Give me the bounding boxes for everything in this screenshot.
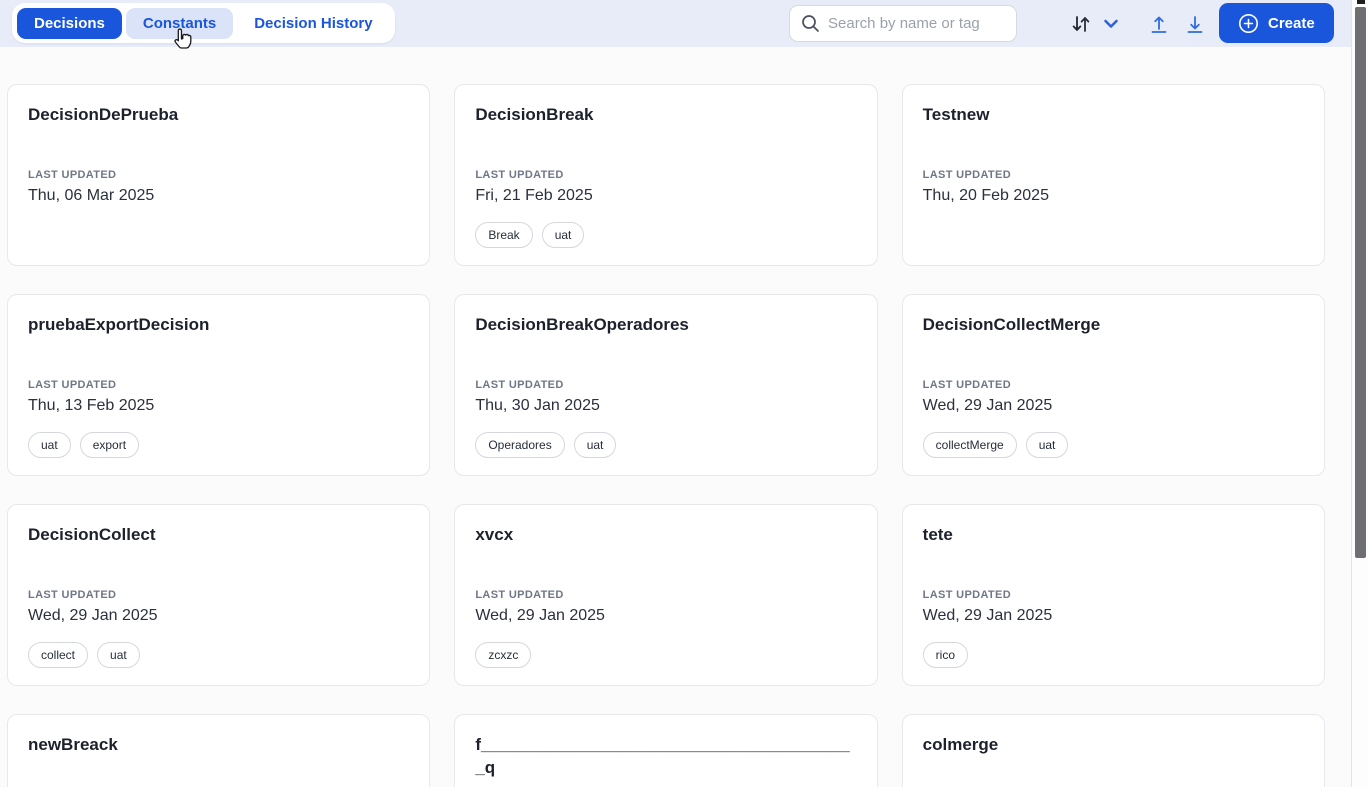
tag-pill[interactable]: zcxzc <box>475 642 531 668</box>
last-updated-date: Thu, 30 Jan 2025 <box>475 396 856 415</box>
scrollbar-up-arrow[interactable] <box>1357 0 1365 4</box>
tag-pill[interactable]: uat <box>1026 432 1069 458</box>
top-bar: Decisions Constants Decision History <box>0 0 1368 47</box>
last-updated-date: Wed, 29 Jan 2025 <box>475 606 856 625</box>
tag-pill[interactable]: collect <box>28 642 88 668</box>
sort-direction-dropdown[interactable] <box>1096 9 1126 39</box>
create-label: Create <box>1268 15 1315 32</box>
last-updated-date: Fri, 21 Feb 2025 <box>475 186 856 205</box>
card-title: tete <box>923 524 1304 547</box>
card-meta: LAST UPDATED Thu, 20 Feb 2025 <box>923 169 1304 205</box>
last-updated-date: Wed, 29 Jan 2025 <box>923 606 1304 625</box>
tab-decisions[interactable]: Decisions <box>17 8 122 39</box>
card-meta: LAST UPDATED Wed, 29 Jan 2025 <box>28 589 409 625</box>
decision-card[interactable]: Testnew LAST UPDATED Thu, 20 Feb 2025 <box>902 84 1325 266</box>
tag-pill[interactable]: rico <box>923 642 968 668</box>
decision-card[interactable]: newBreack <box>7 714 430 787</box>
decision-card[interactable]: tete LAST UPDATED Wed, 29 Jan 2025 rico <box>902 504 1325 686</box>
card-title: DecisionBreak <box>475 104 856 127</box>
tag-list: collect uat <box>28 642 409 668</box>
card-title: newBreack <box>28 734 409 757</box>
decision-card[interactable]: pruebaExportDecision LAST UPDATED Thu, 1… <box>7 294 430 476</box>
import-button[interactable] <box>1144 9 1174 39</box>
card-title: DecisionDePrueba <box>28 104 409 127</box>
tag-pill[interactable]: export <box>80 432 139 458</box>
chevron-down-icon <box>1100 13 1122 35</box>
card-title: DecisionCollectMerge <box>923 314 1304 337</box>
card-title: colmerge <box>923 734 1304 757</box>
last-updated-label: LAST UPDATED <box>923 379 1304 392</box>
last-updated-label: LAST UPDATED <box>923 169 1304 182</box>
last-updated-label: LAST UPDATED <box>475 169 856 182</box>
last-updated-label: LAST UPDATED <box>28 379 409 392</box>
tag-list: Operadores uat <box>475 432 856 458</box>
last-updated-date: Wed, 29 Jan 2025 <box>923 396 1304 415</box>
decision-card[interactable]: colmerge <box>902 714 1325 787</box>
card-meta: LAST UPDATED Thu, 06 Mar 2025 <box>28 169 409 205</box>
decision-card[interactable]: f_______________________________________… <box>454 714 877 787</box>
sort-button[interactable] <box>1066 9 1096 39</box>
card-title: xvcx <box>475 524 856 547</box>
card-meta: LAST UPDATED Thu, 13 Feb 2025 <box>28 379 409 415</box>
tag-pill[interactable]: uat <box>574 432 617 458</box>
last-updated-label: LAST UPDATED <box>923 589 1304 602</box>
card-title: f_______________________________________… <box>475 734 856 780</box>
last-updated-label: LAST UPDATED <box>475 589 856 602</box>
last-updated-date: Wed, 29 Jan 2025 <box>28 606 409 625</box>
card-meta: LAST UPDATED Wed, 29 Jan 2025 <box>475 589 856 625</box>
tab-constants[interactable]: Constants <box>126 8 233 39</box>
card-meta: LAST UPDATED Fri, 21 Feb 2025 <box>475 169 856 205</box>
tag-pill[interactable]: Break <box>475 222 532 248</box>
decision-card[interactable]: xvcx LAST UPDATED Wed, 29 Jan 2025 zcxzc <box>454 504 877 686</box>
tag-list: zcxzc <box>475 642 856 668</box>
card-title: DecisionCollect <box>28 524 409 547</box>
sort-arrows-icon <box>1069 12 1093 36</box>
last-updated-label: LAST UPDATED <box>475 379 856 392</box>
search-box <box>789 5 1017 42</box>
tag-list: uat export <box>28 432 409 458</box>
last-updated-date: Thu, 06 Mar 2025 <box>28 186 409 205</box>
vertical-scrollbar[interactable] <box>1351 0 1368 787</box>
download-icon <box>1183 12 1207 36</box>
tag-pill[interactable]: Operadores <box>475 432 564 458</box>
tag-pill[interactable]: collectMerge <box>923 432 1017 458</box>
tag-list: Break uat <box>475 222 856 248</box>
card-title: Testnew <box>923 104 1304 127</box>
plus-circle-icon <box>1238 13 1259 34</box>
decision-card[interactable]: DecisionBreakOperadores LAST UPDATED Thu… <box>454 294 877 476</box>
last-updated-label: LAST UPDATED <box>28 169 409 182</box>
export-button[interactable] <box>1180 9 1210 39</box>
tag-list: collectMerge uat <box>923 432 1304 458</box>
decision-card[interactable]: DecisionCollectMerge LAST UPDATED Wed, 2… <box>902 294 1325 476</box>
tag-pill[interactable]: uat <box>97 642 140 668</box>
last-updated-label: LAST UPDATED <box>28 589 409 602</box>
last-updated-date: Thu, 20 Feb 2025 <box>923 186 1304 205</box>
decision-card[interactable]: DecisionBreak LAST UPDATED Fri, 21 Feb 2… <box>454 84 877 266</box>
card-title: DecisionBreakOperadores <box>475 314 856 337</box>
decision-card[interactable]: DecisionDePrueba LAST UPDATED Thu, 06 Ma… <box>7 84 430 266</box>
card-meta: LAST UPDATED Wed, 29 Jan 2025 <box>923 589 1304 625</box>
card-title: pruebaExportDecision <box>28 314 409 337</box>
last-updated-date: Thu, 13 Feb 2025 <box>28 396 409 415</box>
tag-pill[interactable]: uat <box>542 222 585 248</box>
decision-card[interactable]: DecisionCollect LAST UPDATED Wed, 29 Jan… <box>7 504 430 686</box>
tag-list: rico <box>923 642 1304 668</box>
card-meta: LAST UPDATED Thu, 30 Jan 2025 <box>475 379 856 415</box>
scrollbar-thumb[interactable] <box>1355 7 1366 558</box>
create-button[interactable]: Create <box>1219 3 1334 43</box>
upload-icon <box>1147 12 1171 36</box>
card-meta: LAST UPDATED Wed, 29 Jan 2025 <box>923 379 1304 415</box>
tag-pill[interactable]: uat <box>28 432 71 458</box>
card-grid: DecisionDePrueba LAST UPDATED Thu, 06 Ma… <box>0 47 1351 787</box>
search-input[interactable] <box>789 5 1017 42</box>
tab-bar: Decisions Constants Decision History <box>12 3 395 43</box>
tab-decision-history[interactable]: Decision History <box>237 8 389 39</box>
